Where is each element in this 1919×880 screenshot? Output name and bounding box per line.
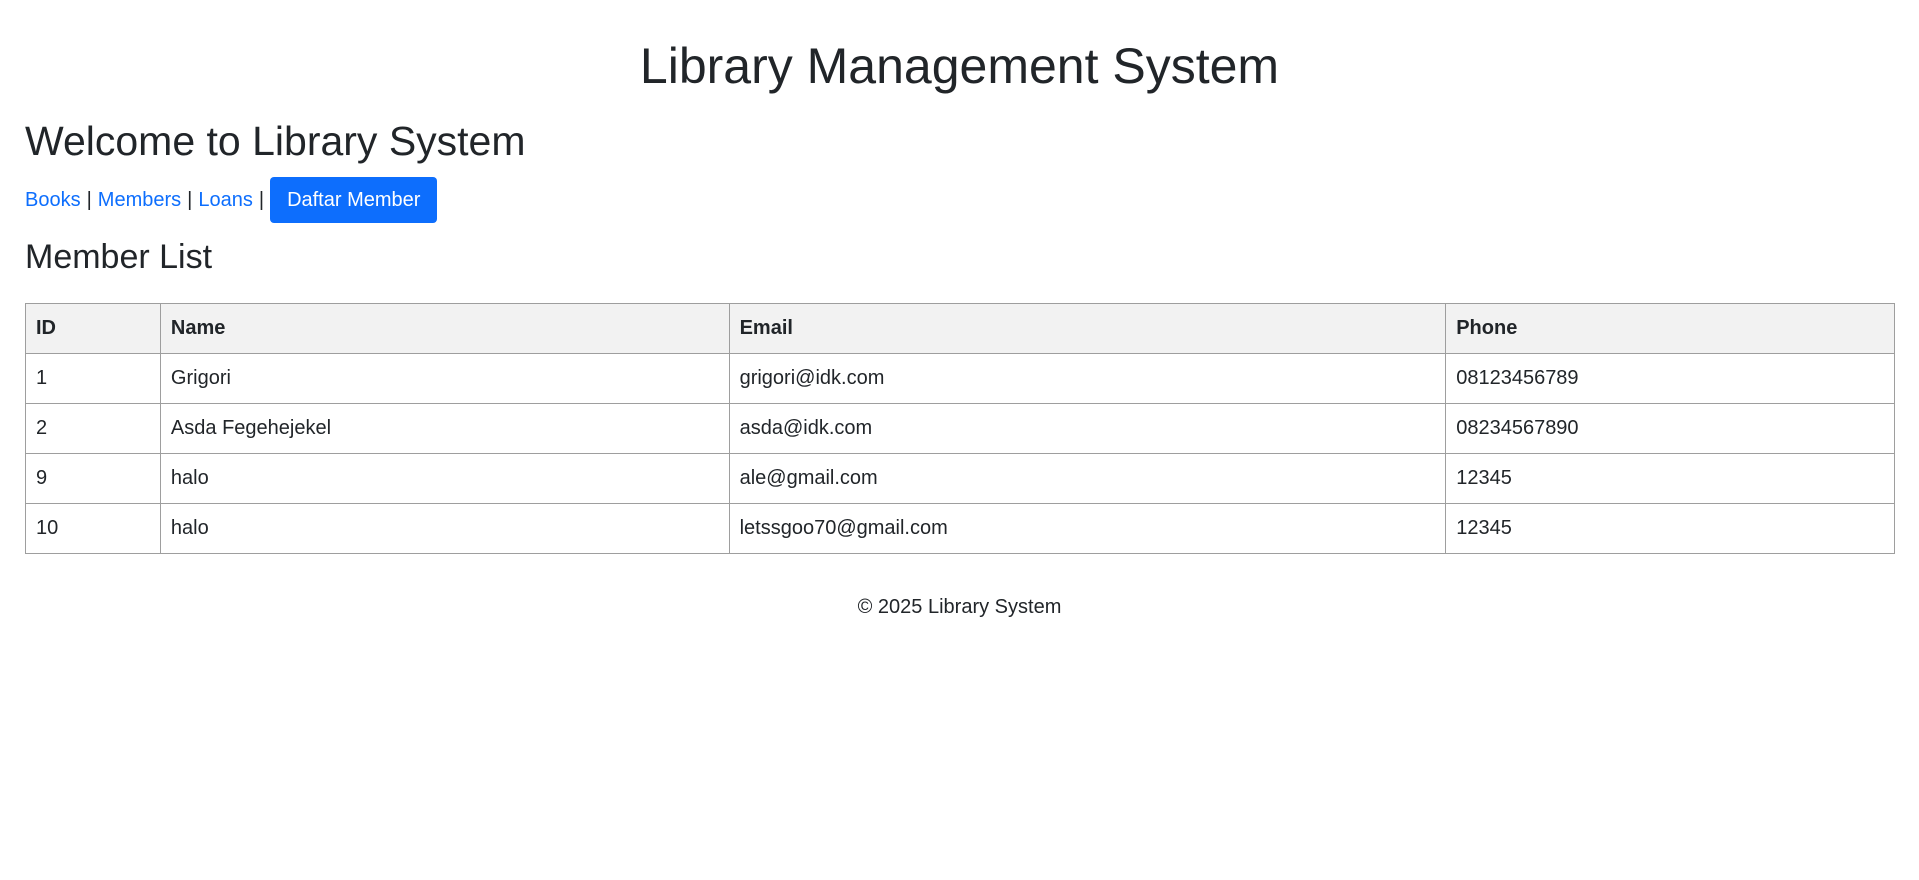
- cell-id: 9: [25, 453, 161, 504]
- nav-link-books[interactable]: Books: [25, 189, 81, 212]
- cell-phone: 12345: [1445, 453, 1895, 504]
- cell-email: asda@idk.com: [728, 403, 1447, 454]
- table-row: 9 halo ale@gmail.com 12345: [25, 453, 1895, 504]
- table-row: 1 Grigori grigori@idk.com 08123456789: [25, 353, 1895, 404]
- column-header-phone: Phone: [1445, 303, 1895, 354]
- table-row: 10 halo letssgoo70@gmail.com 12345: [25, 503, 1895, 554]
- cell-phone: 12345: [1445, 503, 1895, 554]
- table-header-row: ID Name Email Phone: [25, 303, 1895, 354]
- page: Library Management System Welcome to Lib…: [0, 0, 1919, 880]
- column-header-name: Name: [159, 303, 730, 354]
- column-header-id: ID: [25, 303, 161, 354]
- nav-separator: |: [86, 188, 92, 211]
- column-header-email: Email: [728, 303, 1447, 354]
- main-nav: Books | Members | Loans | Daftar Member: [25, 177, 1894, 223]
- page-footer: © 2025 Library System: [857, 596, 1062, 618]
- nav-separator: |: [187, 188, 193, 211]
- cell-phone: 08123456789: [1445, 353, 1895, 404]
- cell-name: halo: [159, 503, 730, 554]
- cell-name: Asda Fegehejekel: [159, 403, 730, 454]
- member-list-title: Member List: [25, 238, 213, 276]
- register-member-button[interactable]: Daftar Member: [270, 177, 438, 223]
- nav-separator: |: [258, 188, 265, 211]
- table-row: 2 Asda Fegehejekel asda@idk.com 08234567…: [25, 403, 1895, 454]
- cell-name: halo: [159, 453, 730, 504]
- nav-link-members[interactable]: Members: [98, 189, 181, 212]
- cell-email: grigori@idk.com: [728, 353, 1447, 404]
- member-table: ID Name Email Phone 1 Grigori grigori@id…: [25, 303, 1895, 554]
- welcome-heading: Welcome to Library System: [25, 118, 526, 164]
- cell-email: letssgoo70@gmail.com: [728, 503, 1447, 554]
- cell-email: ale@gmail.com: [728, 453, 1447, 504]
- cell-id: 10: [25, 503, 161, 554]
- nav-link-loans[interactable]: Loans: [198, 189, 253, 212]
- cell-id: 1: [25, 353, 161, 404]
- cell-id: 2: [25, 403, 161, 454]
- cell-phone: 08234567890: [1445, 403, 1895, 454]
- cell-name: Grigori: [159, 353, 730, 404]
- site-title: Library Management System: [639, 38, 1280, 94]
